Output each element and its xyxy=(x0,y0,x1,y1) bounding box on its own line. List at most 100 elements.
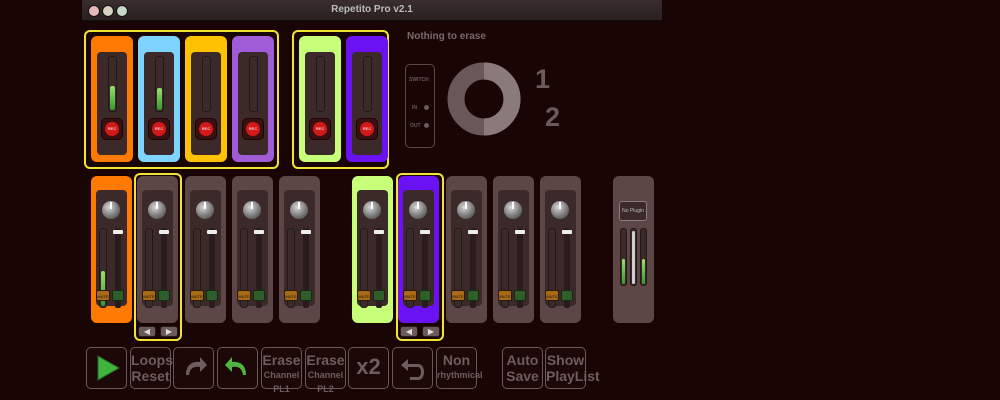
redo-button[interactable] xyxy=(173,347,214,389)
record-label: REC xyxy=(199,122,213,136)
redo-icon xyxy=(185,357,207,375)
solo-button[interactable] xyxy=(419,290,431,301)
volume-fader-handle[interactable] xyxy=(515,230,525,234)
solo-button[interactable] xyxy=(561,290,573,301)
solo-button[interactable] xyxy=(300,290,312,301)
plugin-button[interactable]: No Plugin xyxy=(619,201,647,221)
volume-fader-handle[interactable] xyxy=(562,230,572,234)
show-playlist-button[interactable]: Show PlayList xyxy=(545,347,600,389)
loop-progress-arc xyxy=(483,62,521,136)
non-rhythmical-button[interactable]: Non rhythmical xyxy=(436,347,483,389)
volume-fader-handle[interactable] xyxy=(468,230,478,234)
solo-button[interactable] xyxy=(467,290,479,301)
pan-knob[interactable] xyxy=(196,201,214,219)
pan-knob[interactable] xyxy=(457,201,475,219)
window-title: Repetito Pro v2.1 xyxy=(331,4,413,15)
channel-2-left-arrow[interactable]: ◀ xyxy=(400,326,418,337)
loop-mode-selector[interactable]: SWITCH IN OUT xyxy=(405,64,435,148)
looper-level-meter xyxy=(249,56,258,112)
channel-2-right-arrow[interactable]: ▶ xyxy=(422,326,440,337)
volume-fader-handle[interactable] xyxy=(420,230,430,234)
mixer-channel-1: MUTE xyxy=(91,176,132,323)
mute-button[interactable]: MUTE xyxy=(403,290,417,301)
solo-button[interactable] xyxy=(373,290,385,301)
solo-button[interactable] xyxy=(514,290,526,301)
erase-pl2-label-1: Erase xyxy=(306,352,345,368)
auto-save-label-2: Save xyxy=(506,368,539,384)
solo-button[interactable] xyxy=(253,290,265,301)
x2-button[interactable]: x2 xyxy=(348,347,389,389)
pan-knob[interactable] xyxy=(148,201,166,219)
x2-label: x2 xyxy=(356,354,381,379)
non-rhythmical-label-1: Non xyxy=(442,352,471,368)
mode-switch-label: SWITCH xyxy=(409,77,429,83)
looper-strip-4: REC xyxy=(232,36,274,162)
knob-indicator xyxy=(204,202,206,209)
solo-button[interactable] xyxy=(206,290,218,301)
pan-knob[interactable] xyxy=(102,201,120,219)
mute-button[interactable]: MUTE xyxy=(142,290,156,301)
mute-button[interactable]: MUTE xyxy=(545,290,559,301)
mute-button[interactable]: MUTE xyxy=(190,290,204,301)
play-button[interactable] xyxy=(86,347,127,389)
record-button[interactable]: REC xyxy=(242,118,264,140)
channel-1-left-arrow[interactable]: ◀ xyxy=(138,326,156,337)
volume-fader-handle[interactable] xyxy=(159,230,169,234)
knob-indicator xyxy=(559,202,561,209)
pan-knob[interactable] xyxy=(409,201,427,219)
play-icon xyxy=(97,355,120,381)
looper-level-fill xyxy=(110,86,115,110)
pan-knob[interactable] xyxy=(363,201,381,219)
loops-reset-label-2: Reset xyxy=(131,368,170,384)
record-label: REC xyxy=(246,122,260,136)
knob-indicator xyxy=(110,202,112,209)
mute-button[interactable]: MUTE xyxy=(357,290,371,301)
channel-1-right-arrow[interactable]: ▶ xyxy=(160,326,178,337)
undo-button[interactable] xyxy=(217,347,258,389)
solo-button[interactable] xyxy=(158,290,170,301)
pan-knob[interactable] xyxy=(290,201,308,219)
knob-indicator xyxy=(156,202,158,209)
mixer-channel-10: MUTE xyxy=(540,176,581,323)
pan-knob[interactable] xyxy=(243,201,261,219)
mute-button[interactable]: MUTE xyxy=(451,290,465,301)
master-meter-fill xyxy=(632,231,635,284)
record-button[interactable]: REC xyxy=(195,118,217,140)
record-label: REC xyxy=(105,122,119,136)
volume-fader-handle[interactable] xyxy=(301,230,311,234)
mute-button[interactable]: MUTE xyxy=(237,290,251,301)
mixer-channel-7: MUTE xyxy=(398,176,439,323)
mode-in-radio[interactable] xyxy=(424,105,429,110)
mixer-channel-9: MUTE xyxy=(493,176,534,323)
auto-save-button[interactable]: Auto Save xyxy=(502,347,543,389)
mute-button[interactable]: MUTE xyxy=(96,290,110,301)
volume-fader-handle[interactable] xyxy=(207,230,217,234)
back-button[interactable] xyxy=(392,347,433,389)
record-button[interactable]: REC xyxy=(309,118,331,140)
knob-indicator xyxy=(417,202,419,209)
mute-button[interactable]: MUTE xyxy=(498,290,512,301)
record-button[interactable]: REC xyxy=(148,118,170,140)
volume-fader-handle[interactable] xyxy=(374,230,384,234)
loops-reset-label-1: Loops xyxy=(131,352,173,368)
looper-strip-2: REC xyxy=(138,36,180,162)
record-button[interactable]: REC xyxy=(101,118,123,140)
looper-strip-5: REC xyxy=(299,36,341,162)
knob-indicator xyxy=(512,202,514,209)
volume-fader-handle[interactable] xyxy=(113,230,123,234)
mute-button[interactable]: MUTE xyxy=(284,290,298,301)
non-rhythmical-label-2: rhythmical xyxy=(437,370,483,380)
erase-pl2-label-2: Channel PL2 xyxy=(307,370,344,394)
erase-channel-pl1-button[interactable]: Erase Channel PL1 xyxy=(261,347,302,394)
record-button[interactable]: REC xyxy=(356,118,378,140)
erase-channel-pl2-button[interactable]: Erase Channel PL2 xyxy=(305,347,346,394)
pan-knob[interactable] xyxy=(551,201,569,219)
pan-knob[interactable] xyxy=(504,201,522,219)
solo-button[interactable] xyxy=(112,290,124,301)
volume-fader-handle[interactable] xyxy=(254,230,264,234)
show-playlist-label-1: Show xyxy=(546,352,585,368)
looper-level-meter xyxy=(363,56,372,112)
mode-out-radio[interactable] xyxy=(424,123,429,128)
loop-counter-first: 1 xyxy=(535,64,551,94)
loops-reset-button[interactable]: Loops Reset xyxy=(130,347,173,389)
